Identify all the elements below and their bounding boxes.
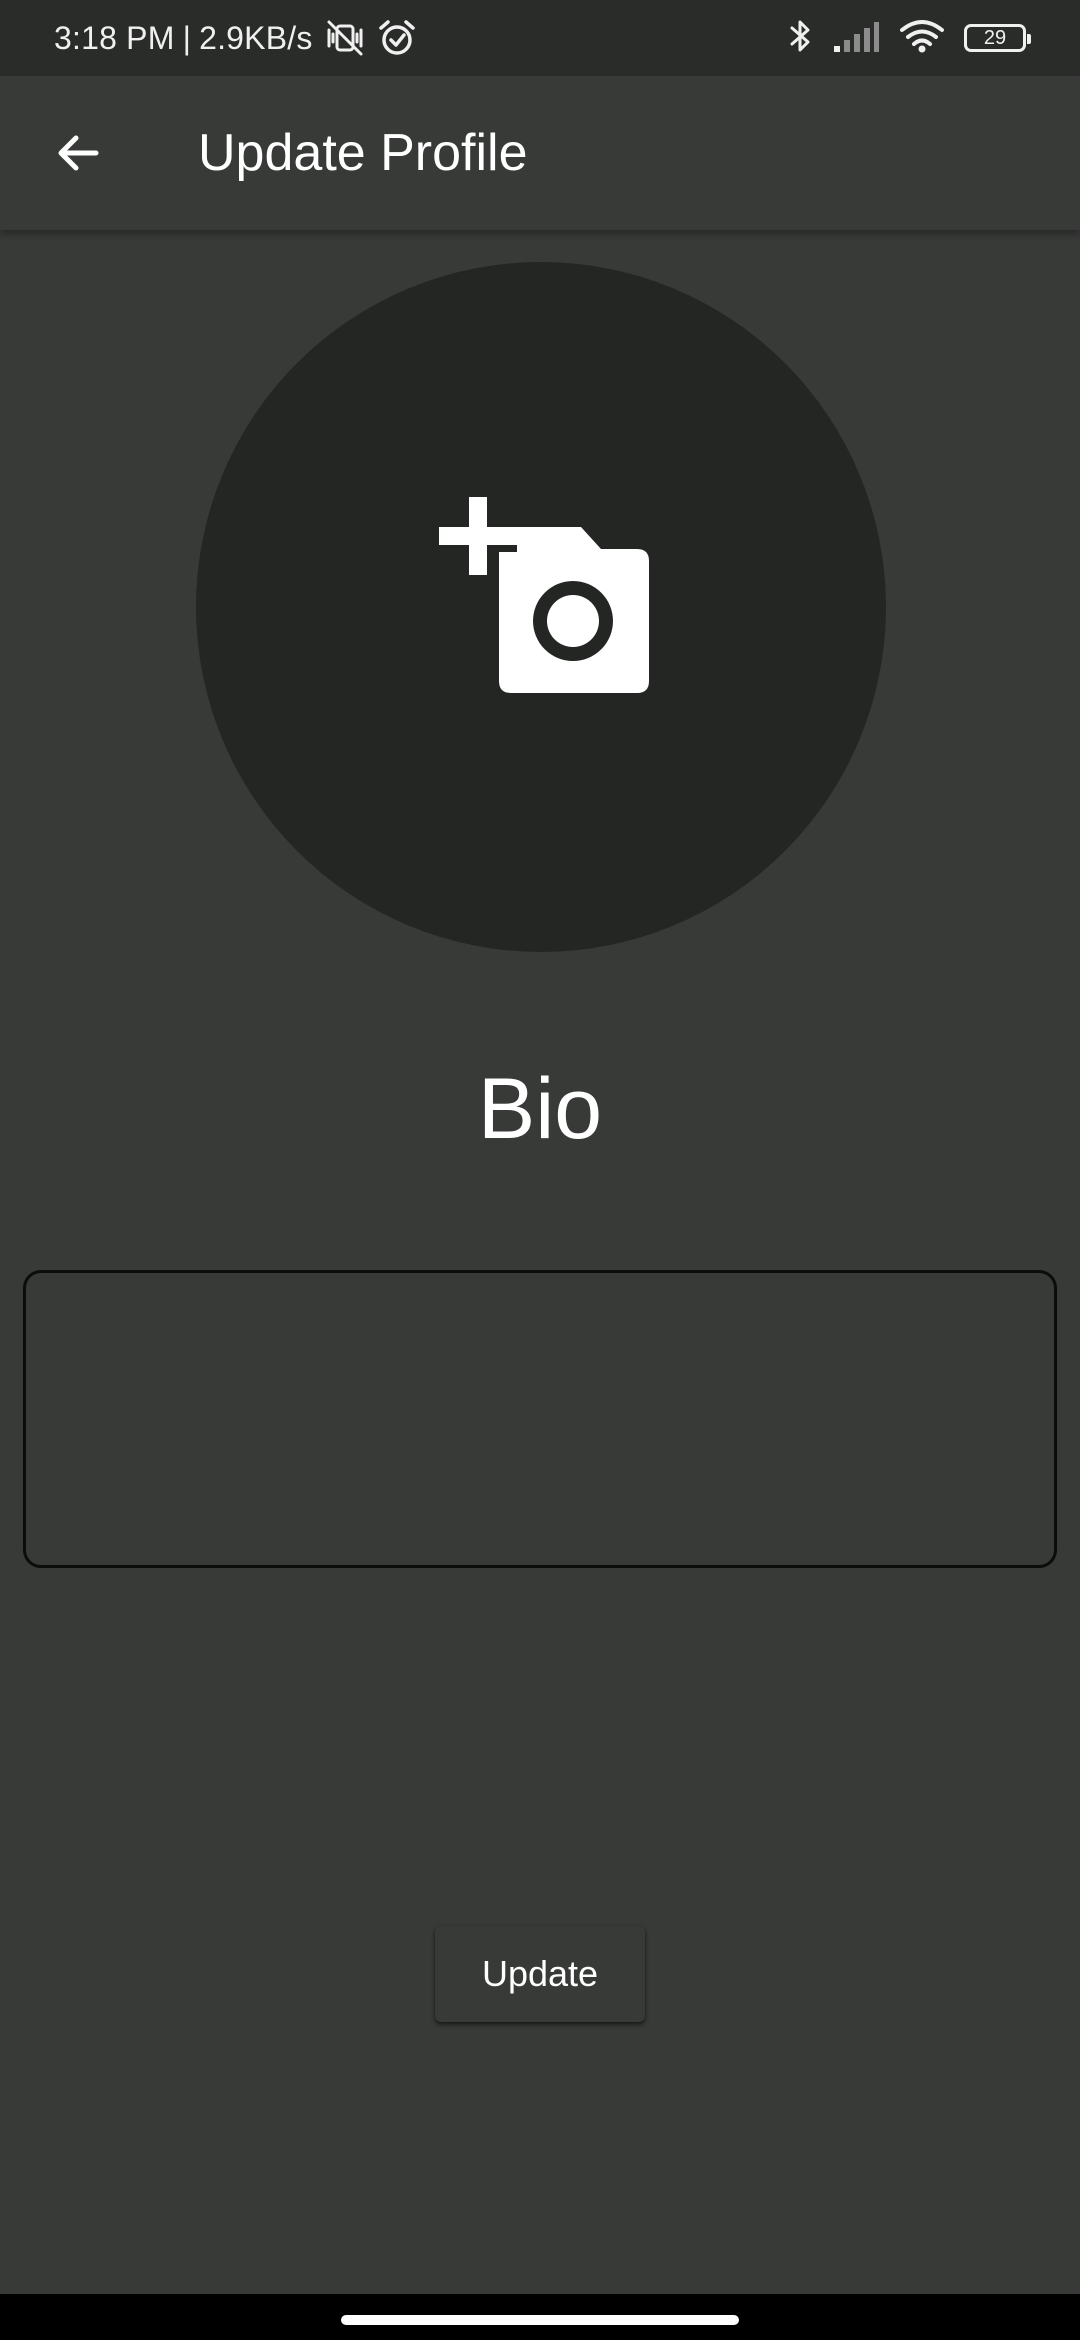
network-speed: 2.9KB/s — [199, 19, 313, 56]
status-left: 3:18 PM | 2.9KB/s — [54, 18, 417, 58]
battery-level: 29 — [983, 26, 1007, 49]
avatar-picker[interactable] — [196, 262, 886, 952]
status-time: 3:18 PM — [54, 19, 175, 56]
bluetooth-icon — [788, 16, 814, 61]
bio-label: Bio — [477, 1061, 603, 1157]
update-button[interactable]: Update — [435, 1926, 645, 2022]
muted-vibrate-icon — [323, 18, 367, 58]
back-button[interactable] — [38, 113, 118, 193]
add-a-photo-icon — [439, 497, 649, 693]
status-separator: | — [182, 19, 192, 56]
bio-input[interactable] — [23, 1270, 1057, 1568]
app-bar: Update Profile — [0, 76, 1080, 230]
battery-icon: 29 — [964, 24, 1031, 52]
arrow-back-icon — [58, 135, 99, 171]
status-right: 29 — [788, 16, 1031, 61]
home-indicator[interactable] — [341, 2315, 739, 2325]
page-title: Update Profile — [198, 124, 528, 182]
status-bar: 3:18 PM | 2.9KB/s 29 — [0, 0, 1080, 76]
wifi-icon — [898, 18, 946, 59]
signal-icon — [832, 18, 880, 59]
alarm-icon — [377, 18, 417, 58]
